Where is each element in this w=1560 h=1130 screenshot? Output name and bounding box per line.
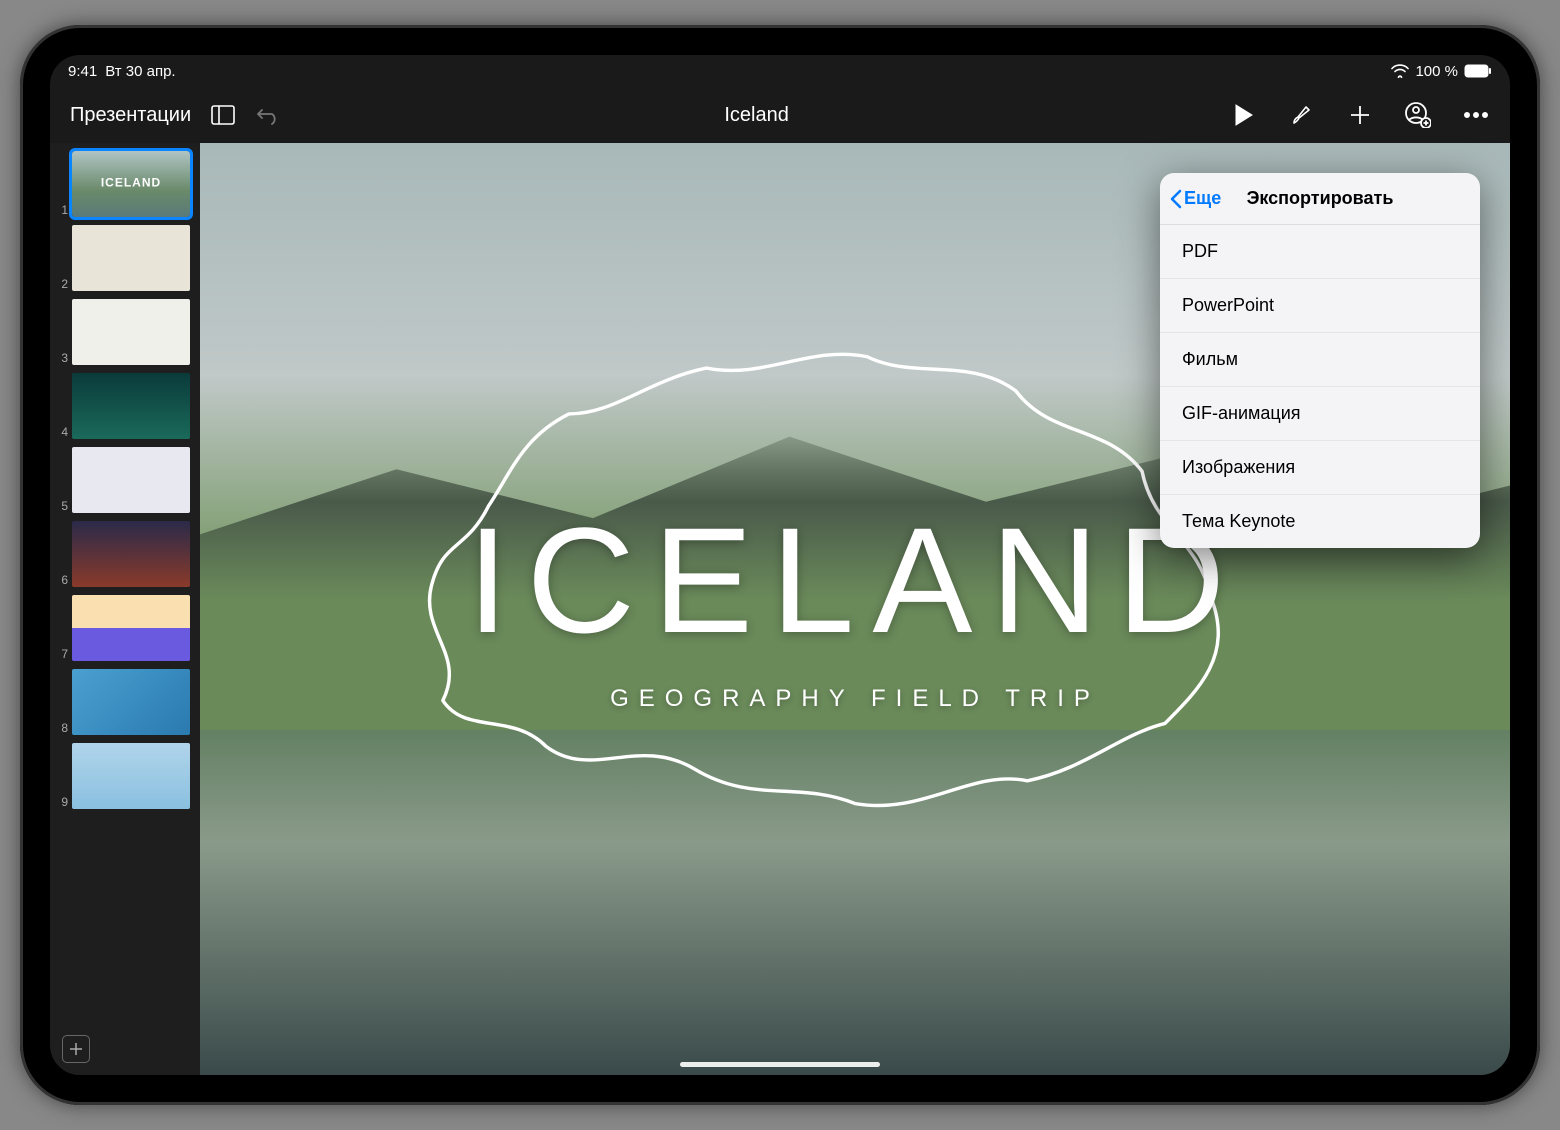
ipad-frame: 9:41 Вт 30 апр. 100 % Презентации (20, 25, 1540, 1105)
slide-thumbnail[interactable]: 5 (56, 445, 194, 515)
export-option-keynote-theme[interactable]: Тема Keynote (1160, 495, 1480, 548)
thumbnail-preview (72, 447, 190, 513)
format-brush-icon[interactable] (1288, 101, 1316, 129)
thumbnail-preview (72, 225, 190, 291)
app-screen: 9:41 Вт 30 апр. 100 % Презентации (50, 55, 1510, 1075)
home-indicator[interactable] (680, 1062, 880, 1067)
add-slide-button[interactable] (62, 1035, 90, 1063)
slide-thumbnail[interactable]: 4 (56, 371, 194, 441)
popover-back-label: Еще (1184, 188, 1221, 209)
presentations-back-button[interactable]: Презентации (70, 104, 191, 127)
more-icon[interactable] (1462, 101, 1490, 129)
play-icon[interactable] (1230, 101, 1258, 129)
slide-text-group[interactable]: ICELAND GEOGRAPHY FIELD TRIP (467, 505, 1243, 713)
thumbnail-preview (72, 743, 190, 809)
collaborate-icon[interactable] (1404, 101, 1432, 129)
export-option-images[interactable]: Изображения (1160, 441, 1480, 495)
status-time: 9:41 (68, 63, 97, 80)
thumbnail-preview (72, 669, 190, 735)
slide-subheading: GEOGRAPHY FIELD TRIP (467, 685, 1243, 713)
thumbnail-preview (72, 151, 190, 217)
popover-title: Экспортировать (1247, 188, 1394, 209)
slide-navigator[interactable]: 1 2 3 4 5 6 7 8 9 (50, 143, 200, 1075)
document-title[interactable]: Iceland (301, 104, 1212, 127)
add-icon[interactable] (1346, 101, 1374, 129)
battery-percentage: 100 % (1415, 63, 1458, 80)
status-bar: 9:41 Вт 30 апр. 100 % (50, 55, 1510, 87)
slide-thumbnail[interactable]: 6 (56, 519, 194, 589)
thumbnail-preview (72, 299, 190, 365)
thumbnail-preview (72, 595, 190, 661)
slide-thumbnail[interactable]: 2 (56, 223, 194, 293)
export-option-powerpoint[interactable]: PowerPoint (1160, 279, 1480, 333)
popover-back-button[interactable]: Еще (1170, 188, 1221, 209)
thumbnail-preview (72, 521, 190, 587)
slide-thumbnail[interactable]: 9 (56, 741, 194, 811)
thumbnail-preview (72, 373, 190, 439)
popover-header: Еще Экспортировать (1160, 173, 1480, 225)
slide-heading: ICELAND (467, 505, 1243, 655)
export-option-movie[interactable]: Фильм (1160, 333, 1480, 387)
slide-thumbnail[interactable]: 3 (56, 297, 194, 367)
toolbar: Презентации Iceland (50, 87, 1510, 143)
status-date: Вт 30 апр. (105, 63, 175, 80)
undo-icon[interactable] (255, 101, 283, 129)
export-popover: Еще Экспортировать PDF PowerPoint Фильм … (1160, 173, 1480, 548)
view-mode-icon[interactable] (209, 101, 237, 129)
battery-icon (1464, 64, 1492, 78)
slide-thumbnail[interactable]: 8 (56, 667, 194, 737)
export-option-pdf[interactable]: PDF (1160, 225, 1480, 279)
wifi-icon (1391, 64, 1409, 78)
export-option-gif[interactable]: GIF-анимация (1160, 387, 1480, 441)
slide-thumbnail[interactable]: 1 (56, 149, 194, 219)
slide-thumbnail[interactable]: 7 (56, 593, 194, 663)
export-options-list: PDF PowerPoint Фильм GIF-анимация Изобра… (1160, 225, 1480, 548)
